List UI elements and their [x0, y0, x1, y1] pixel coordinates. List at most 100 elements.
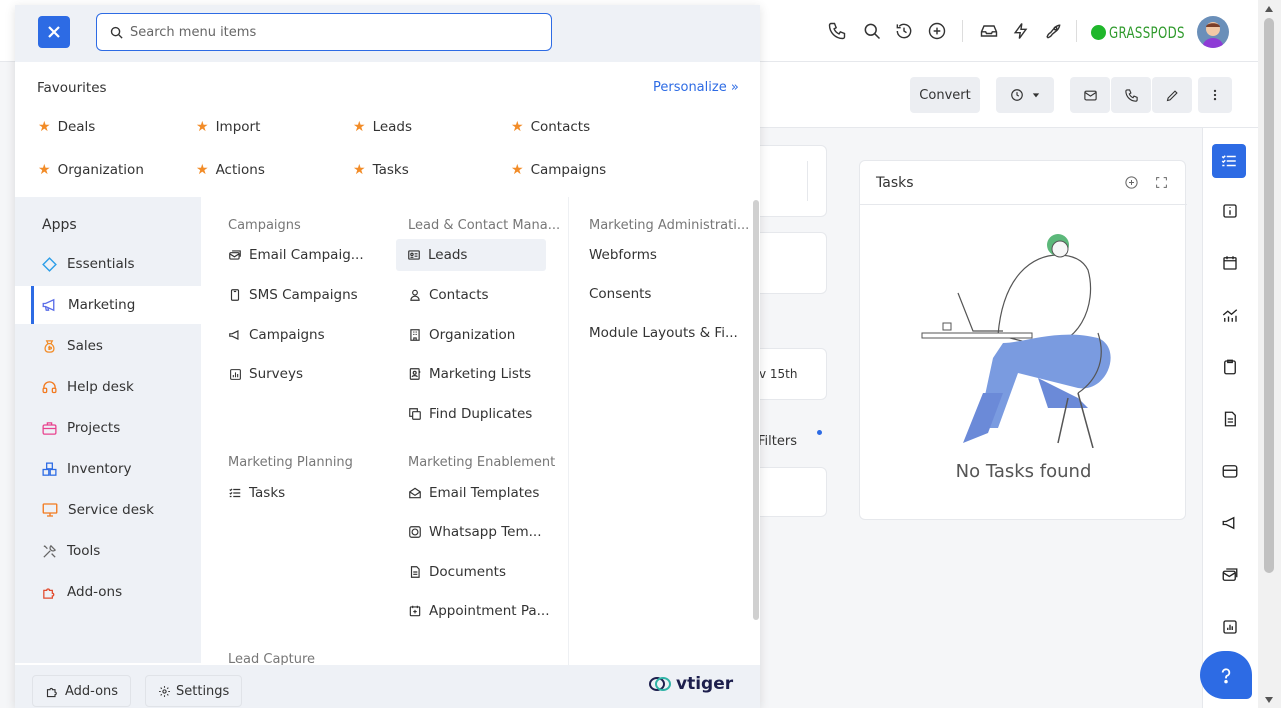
building-icon [408, 328, 422, 342]
menu-item-tasks[interactable]: Tasks [228, 477, 285, 509]
menu-item-email-templates[interactable]: Email Templates [408, 477, 539, 509]
call-button[interactable] [1111, 77, 1151, 113]
search-icon [110, 26, 123, 39]
more-button[interactable] [1198, 77, 1232, 113]
menu-item-sms-campaigns[interactable]: SMS Campaigns [228, 279, 358, 311]
fav-item-actions[interactable]: ★ Actions [196, 162, 265, 178]
brand-mark-icon [1091, 24, 1106, 40]
app-item-marketing[interactable]: Marketing [15, 286, 201, 324]
favourites-title: Favourites [37, 80, 107, 96]
menu-item-label: Email Templates [429, 485, 540, 501]
brand-logo[interactable]: GRASSPODS [1091, 17, 1201, 47]
app-item-add-ons[interactable]: Add-ons [15, 573, 201, 611]
document-icon[interactable] [1213, 402, 1247, 436]
menu-item-module-layouts[interactable]: Module Layouts & Fi... [589, 317, 738, 349]
menu-item-find-duplicates[interactable]: Find Duplicates [408, 398, 532, 430]
page-scrollbar[interactable] [1258, 0, 1281, 708]
search-icon[interactable] [861, 20, 883, 42]
fav-item-contacts[interactable]: ★ Contacts [511, 119, 590, 135]
boxes-icon [42, 461, 57, 476]
fav-item-tasks[interactable]: ★ Tasks [353, 162, 409, 178]
menu-item-label: Appointment Pa... [429, 603, 550, 619]
inbox-icon[interactable] [978, 20, 1000, 42]
app-item-service-desk[interactable]: Service desk [15, 491, 201, 529]
menu-search[interactable] [96, 13, 552, 51]
footer-settings-button[interactable]: Settings [145, 675, 243, 707]
clipboard-icon[interactable] [1213, 350, 1247, 384]
menu-item-consents[interactable]: Consents [589, 278, 651, 310]
menu-item-documents[interactable]: Documents [408, 556, 506, 588]
section-header-marketing-enablement: Marketing Enablement [408, 455, 556, 470]
vtiger-mark-icon [649, 677, 671, 691]
lightning-icon[interactable] [1010, 20, 1032, 42]
menu-item-organization[interactable]: Organization [408, 319, 515, 351]
search-input[interactable] [130, 24, 510, 40]
app-item-inventory[interactable]: Inventory [15, 450, 201, 488]
close-icon [48, 26, 60, 38]
puzzle-icon [46, 687, 57, 697]
star-icon: ★ [196, 119, 209, 135]
app-item-projects[interactable]: Projects [15, 409, 201, 447]
info-icon[interactable] [1213, 194, 1247, 228]
activity-dropdown-button[interactable] [996, 77, 1054, 113]
fav-item-leads[interactable]: ★ Leads [353, 119, 412, 135]
add-circle-icon[interactable] [1124, 175, 1139, 190]
id-card-icon [407, 248, 421, 262]
scrollbar-thumb[interactable] [1264, 18, 1274, 573]
menu-item-leads[interactable]: Leads [396, 239, 546, 271]
fav-item-deals[interactable]: ★ Deals [38, 119, 95, 135]
star-icon: ★ [196, 162, 209, 178]
analytics-icon[interactable] [1213, 298, 1247, 332]
tasks-list-icon[interactable] [1212, 144, 1246, 178]
history-icon[interactable] [893, 20, 915, 42]
scroll-down-icon [1265, 697, 1273, 703]
footer-addons-button[interactable]: Add-ons [32, 675, 132, 707]
menu-item-contacts[interactable]: Contacts [408, 279, 489, 311]
fav-label: Contacts [530, 119, 591, 135]
menu-scrollbar[interactable] [753, 200, 759, 620]
close-menu-button[interactable] [38, 16, 70, 48]
menu-item-whatsapp-templates[interactable]: Whatsapp Tem... [408, 516, 542, 548]
star-icon: ★ [353, 162, 366, 178]
menu-item-marketing-lists[interactable]: Marketing Lists [408, 358, 531, 390]
add-circle-icon[interactable] [926, 20, 948, 42]
convert-button[interactable]: Convert [910, 77, 980, 113]
menu-item-label: Email Campaig... [249, 247, 364, 263]
more-vertical-icon [1213, 89, 1217, 101]
report-icon[interactable] [1213, 610, 1247, 644]
rocket-icon[interactable] [1042, 20, 1064, 42]
app-item-tools[interactable]: Tools [15, 532, 201, 570]
gear-icon [159, 685, 170, 697]
email-button[interactable] [1070, 77, 1110, 113]
fav-item-import[interactable]: ★ Import [196, 119, 260, 135]
menu-item-label: Documents [429, 564, 506, 580]
fav-item-campaigns[interactable]: ★ Campaigns [511, 162, 606, 178]
app-item-sales[interactable]: Sales [15, 327, 201, 365]
fav-label: Campaigns [530, 162, 607, 178]
box-icon[interactable] [1213, 454, 1247, 488]
fav-item-organization[interactable]: ★ Organization [38, 162, 144, 178]
phone-icon[interactable] [826, 20, 848, 42]
scroll-up-icon [1265, 6, 1273, 12]
menu-item-label: Find Duplicates [429, 406, 533, 422]
fav-label: Actions [215, 162, 265, 178]
personalize-link[interactable]: Personalize » [653, 80, 739, 95]
calendar-icon[interactable] [1213, 246, 1247, 280]
app-item-help-desk[interactable]: Help desk [15, 368, 201, 406]
brand-name: GRASSPODS [1109, 22, 1185, 42]
fav-label: Deals [57, 119, 96, 135]
menu-item-surveys[interactable]: Surveys [228, 358, 303, 390]
email-campaign-icon[interactable] [1213, 558, 1247, 592]
menu-item-webforms[interactable]: Webforms [589, 239, 657, 271]
menu-item-campaigns[interactable]: Campaigns [228, 319, 325, 351]
edit-button[interactable] [1152, 77, 1192, 113]
expand-icon[interactable] [1155, 176, 1168, 189]
menu-item-appointment-pages[interactable]: Appointment Pa... [408, 595, 550, 627]
menu-item-email-campaigns[interactable]: Email Campaig... [228, 239, 364, 271]
avatar[interactable] [1197, 16, 1229, 48]
headset-icon [42, 380, 57, 393]
money-bag-icon [44, 339, 55, 353]
megaphone-icon[interactable] [1213, 506, 1247, 540]
help-button[interactable] [1200, 651, 1252, 699]
app-item-essentials[interactable]: Essentials [15, 245, 201, 283]
